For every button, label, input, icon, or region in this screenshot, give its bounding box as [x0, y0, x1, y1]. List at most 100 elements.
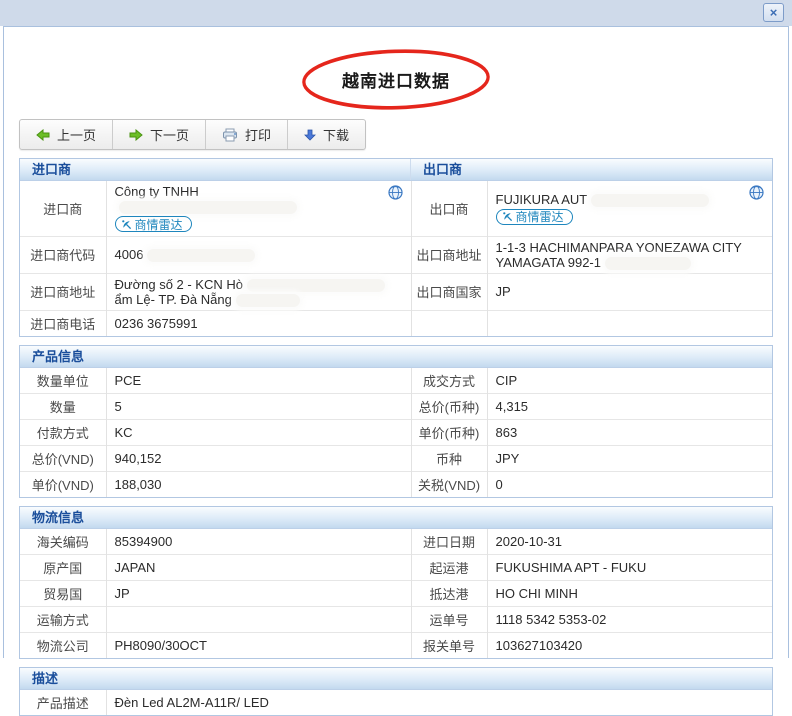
printer-icon [222, 128, 238, 142]
window-titlebar: × [0, 0, 792, 26]
importer-name-value: Công ty TNHH [106, 181, 411, 236]
field-label: 进口日期 [411, 529, 487, 555]
field-label: 单价(币种) [411, 419, 487, 445]
field-label: 总价(VND) [20, 445, 106, 471]
dialog-panel: 越南进口数据 上一页 下一页 打印 [3, 26, 789, 658]
field-value: 103627103420 [487, 632, 772, 658]
green-arrow-right-icon [129, 129, 143, 141]
print-button[interactable]: 打印 [206, 120, 288, 149]
radar-badge[interactable]: 商情雷达 [496, 209, 573, 225]
toolbar: 上一页 下一页 打印 下载 [19, 119, 366, 150]
radar-badge[interactable]: 商情雷达 [115, 216, 192, 232]
field-value: 188,030 [106, 471, 411, 497]
section-importer-exporter: 进口商 出口商 进口商 Công ty TNHH [19, 158, 773, 337]
field-value: JP [106, 580, 411, 606]
field-label: 报关单号 [411, 632, 487, 658]
field-label: 出口商地址 [411, 236, 487, 273]
radar-dish-icon [121, 219, 132, 230]
table-row: 进口商代码 4006 出口商地址 1-1-3 HACHIMANPARA YONE… [20, 236, 772, 273]
redacted-text [591, 194, 709, 207]
blue-arrow-down-icon [304, 129, 316, 141]
table-row: 产品描述 Đèn Led AL2M-A11R/ LED [20, 690, 772, 715]
redacted-text [247, 279, 385, 292]
table-row: 进口商地址 Đường số 2 - KCN Hòẩm Lệ- TP. Đà N… [20, 273, 772, 310]
field-label: 海关编码 [20, 529, 106, 555]
table-row: 进口商 Công ty TNHH [20, 181, 772, 236]
table-row: 进口商电话 0236 3675991 [20, 310, 772, 336]
download-button[interactable]: 下载 [288, 120, 365, 149]
field-value: 1118 5342 5353-02 [487, 606, 772, 632]
close-icon[interactable]: × [763, 3, 784, 22]
product-section-title: 产品信息 [20, 346, 84, 367]
importer-address-text: ẩm Lệ- TP. Đà Nẵng [115, 292, 232, 307]
field-label: 付款方式 [20, 419, 106, 445]
importer-phone-value: 0236 3675991 [106, 310, 411, 336]
redacted-text [605, 257, 691, 270]
field-label: 成交方式 [411, 368, 487, 394]
field-label: 进口商代码 [20, 236, 106, 273]
table-row: 数量 5 总价(币种) 4,315 [20, 393, 772, 419]
field-label: 贸易国 [20, 580, 106, 606]
field-label: 单价(VND) [20, 471, 106, 497]
importer-section-title: 进口商 [20, 159, 411, 180]
next-page-button[interactable]: 下一页 [113, 120, 206, 149]
logistics-section-title: 物流信息 [20, 507, 84, 528]
field-label: 进口商 [20, 181, 106, 236]
redacted-text [147, 249, 255, 262]
importer-address-text: Đường số 2 - KCN Hò [115, 277, 244, 292]
table-row: 总价(VND) 940,152 币种 JPY [20, 445, 772, 471]
green-arrow-left-icon [36, 129, 50, 141]
field-label: 产品描述 [20, 690, 106, 715]
field-label: 运输方式 [20, 606, 106, 632]
globe-website-icon[interactable] [749, 185, 764, 203]
section-logistics-info: 物流信息 海关编码 85394900 进口日期 2020-10-31 原产国 J… [19, 506, 773, 659]
importer-name-text: Công ty TNHH [115, 184, 199, 199]
redacted-text [119, 201, 297, 214]
field-label: 出口商 [411, 181, 487, 236]
section-product-info: 产品信息 数量单位 PCE 成交方式 CIP 数量 5 总价(币种) 4,315… [19, 345, 773, 498]
importer-code-value: 4006 [106, 236, 411, 273]
redacted-text [236, 294, 300, 307]
description-section-title: 描述 [20, 668, 58, 689]
field-label: 运单号 [411, 606, 487, 632]
exporter-name-text: FUJIKURA AUT [496, 192, 588, 207]
field-value: KC [106, 419, 411, 445]
table-row: 付款方式 KC 单价(币种) 863 [20, 419, 772, 445]
field-value [106, 606, 411, 632]
field-value: 85394900 [106, 529, 411, 555]
field-label: 起运港 [411, 554, 487, 580]
exporter-name-value: FUJIKURA AUT [487, 181, 772, 236]
exporter-country-value: JP [487, 273, 772, 310]
field-value: 2020-10-31 [487, 529, 772, 555]
field-label: 原产国 [20, 554, 106, 580]
globe-website-icon[interactable] [388, 185, 403, 203]
prev-page-button[interactable]: 上一页 [20, 120, 113, 149]
field-value: 5 [106, 393, 411, 419]
table-row: 原产国 JAPAN 起运港 FUKUSHIMA APT - FUKU [20, 554, 772, 580]
table-row: 贸易国 JP 抵达港 HO CHI MINH [20, 580, 772, 606]
importer-code-text: 4006 [115, 247, 144, 262]
radar-dish-icon [502, 211, 513, 222]
field-value: 4,315 [487, 393, 772, 419]
table-row: 物流公司 PH8090/30OCT 报关单号 103627103420 [20, 632, 772, 658]
title-row: 越南进口数据 [4, 47, 788, 109]
field-value: 863 [487, 419, 772, 445]
radar-badge-label: 商情雷达 [135, 216, 183, 233]
field-label: 数量单位 [20, 368, 106, 394]
print-label: 打印 [245, 125, 271, 144]
section-description: 描述 产品描述 Đèn Led AL2M-A11R/ LED [19, 667, 773, 716]
field-label [411, 310, 487, 336]
field-label: 关税(VND) [411, 471, 487, 497]
field-label: 抵达港 [411, 580, 487, 606]
exporter-address-value: 1-1-3 HACHIMANPARA YONEZAWA CITY YAMAGAT… [487, 236, 772, 273]
next-page-label: 下一页 [150, 125, 189, 144]
field-label: 总价(币种) [411, 393, 487, 419]
field-value: HO CHI MINH [487, 580, 772, 606]
table-row: 数量单位 PCE 成交方式 CIP [20, 368, 772, 394]
product-description-value: Đèn Led AL2M-A11R/ LED [106, 690, 772, 715]
field-label: 数量 [20, 393, 106, 419]
field-label: 币种 [411, 445, 487, 471]
exporter-section-title: 出口商 [411, 159, 772, 180]
table-row: 运输方式 运单号 1118 5342 5353-02 [20, 606, 772, 632]
table-row: 单价(VND) 188,030 关税(VND) 0 [20, 471, 772, 497]
